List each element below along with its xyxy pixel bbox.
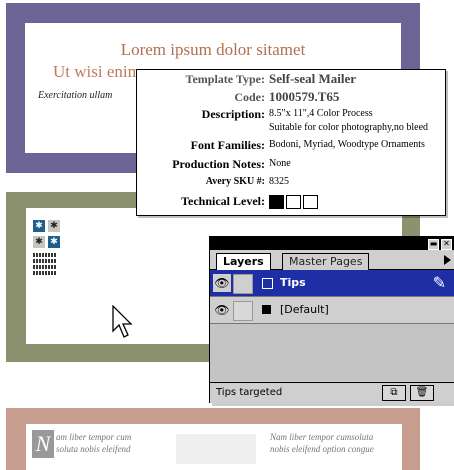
code-label: Code: <box>234 90 265 104</box>
trash-icon[interactable]: 🗑 <box>410 385 434 401</box>
palette-menu-arrow-icon[interactable] <box>444 255 451 265</box>
template-card-3[interactable]: N am liber tempor cum soluta nobis eleif… <box>6 408 420 470</box>
pen-icon: ✎ <box>432 273 446 292</box>
technical-level-label: Technical Level: <box>181 194 265 208</box>
palette-titlebar[interactable]: ▬ ✕ <box>210 237 454 250</box>
text-block <box>33 253 57 257</box>
card3-text-right-1: Nam liber tempor cumsoluta <box>270 432 374 442</box>
dropcap: N <box>32 430 54 458</box>
font-families-label: Font Families: <box>190 138 265 152</box>
layer-name: [Default] <box>280 303 329 316</box>
text-block <box>33 259 57 263</box>
technical-level-box <box>303 195 318 209</box>
layers-palette[interactable]: ▬ ✕ Layers Master Pages 👁 Tips ✎ 👁 [Defa… <box>209 236 454 403</box>
text-block <box>33 265 57 269</box>
thumb-icon: ✱ <box>33 236 45 248</box>
technical-level-box <box>286 195 301 209</box>
palette-status-bar: Tips targeted ⧉ 🗑 <box>210 382 454 403</box>
eye-icon[interactable]: 👁 <box>213 301 231 319</box>
template-type-label: Template Type: <box>185 72 265 86</box>
card3-text-left-1: am liber tempor cum <box>56 432 132 442</box>
font-families-value: Bodoni, Myriad, Woodtype Ornaments <box>269 139 425 150</box>
card3-text-right-2: nobis eleifend option congue <box>270 444 374 454</box>
layer-color-swatch <box>262 278 273 289</box>
template-card-3-preview: N am liber tempor cum soluta nobis eleif… <box>26 424 402 470</box>
production-notes-label: Production Notes: <box>172 157 265 171</box>
tab-master-pages[interactable]: Master Pages <box>282 253 370 270</box>
layer-row-default[interactable]: 👁 [Default] <box>210 297 454 324</box>
description-line-2: Suitable for color photography,no bleed <box>269 122 429 133</box>
technical-level-box <box>269 195 284 209</box>
layer-name: Tips <box>280 276 306 289</box>
template-info-tooltip: Template Type: Self-seal Mailer Code: 10… <box>136 69 446 216</box>
card1-title: Lorem ipsum dolor sitamet <box>120 40 306 59</box>
eye-icon[interactable]: 👁 <box>213 274 231 292</box>
layer-row-tips[interactable]: 👁 Tips ✎ <box>210 270 454 297</box>
card3-image-placeholder <box>176 434 256 464</box>
production-notes-value: None <box>269 158 291 169</box>
status-text: Tips targeted <box>216 387 283 398</box>
description-line-1: 8.5"x 11",4 Color Process <box>269 108 373 119</box>
text-block <box>33 271 57 275</box>
thumb-icon: ✱ <box>48 220 60 232</box>
lock-toggle[interactable] <box>233 274 253 294</box>
code-value: 1000579.T65 <box>269 89 340 104</box>
sku-label: Avery SKU #: <box>205 176 265 187</box>
layers-empty-area <box>210 324 454 381</box>
thumb-icon: ✱ <box>33 220 45 232</box>
card3-text-left-2: soluta nobis eleifend <box>56 444 131 454</box>
minimize-icon[interactable]: ▬ <box>428 239 439 250</box>
tab-layers[interactable]: Layers <box>216 253 271 270</box>
close-icon[interactable]: ✕ <box>441 239 452 250</box>
sku-value: 8325 <box>269 176 289 187</box>
new-layer-icon[interactable]: ⧉ <box>382 385 406 401</box>
card1-italic-text: Exercitation ullam <box>38 90 113 101</box>
description-label: Description: <box>201 107 265 121</box>
layer-color-swatch <box>262 305 271 314</box>
thumb-icon: ✱ <box>48 236 60 248</box>
palette-tabs: Layers Master Pages <box>210 250 454 270</box>
lock-toggle[interactable] <box>233 301 253 321</box>
template-type-value: Self-seal Mailer <box>269 71 356 86</box>
arrow-cursor-icon <box>112 305 133 338</box>
